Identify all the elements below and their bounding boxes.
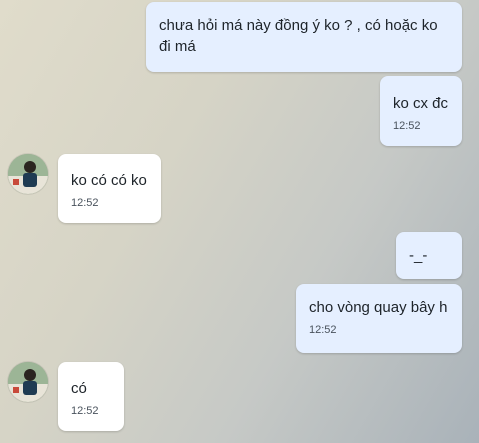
- message-bubble-outgoing[interactable]: chưa hỏi má này đồng ý ko ? , có hoặc ko…: [146, 2, 462, 72]
- message-text: chưa hỏi má này đồng ý ko ? , có hoặc ko…: [159, 17, 442, 55]
- message-bubble-outgoing[interactable]: cho vòng quay bây h 12:52: [296, 284, 462, 353]
- message-text: cho vòng quay bây h: [309, 299, 448, 316]
- avatar-photo-icon: [8, 362, 48, 402]
- message-bubble-incoming[interactable]: có 12:52: [58, 362, 124, 431]
- avatar-photo-icon: [8, 154, 48, 194]
- message-timestamp: 12:52: [309, 324, 337, 336]
- message-timestamp: 12:52: [71, 405, 99, 417]
- message-text: ko cx đc: [393, 95, 449, 112]
- message-text: -_-: [409, 247, 428, 264]
- message-timestamp: 12:52: [71, 197, 99, 209]
- contact-avatar[interactable]: [8, 362, 48, 402]
- message-bubble-outgoing[interactable]: -_-: [396, 232, 462, 279]
- message-text: có: [71, 380, 87, 397]
- message-bubble-incoming[interactable]: ko có có ko 12:52: [58, 154, 161, 223]
- message-timestamp: 12:52: [393, 120, 421, 132]
- contact-avatar[interactable]: [8, 154, 48, 194]
- chat-message-list[interactable]: chưa hỏi má này đồng ý ko ? , có hoặc ko…: [0, 0, 479, 443]
- message-bubble-outgoing[interactable]: ko cx đc 12:52: [380, 76, 462, 146]
- message-text: ko có có ko: [71, 172, 147, 189]
